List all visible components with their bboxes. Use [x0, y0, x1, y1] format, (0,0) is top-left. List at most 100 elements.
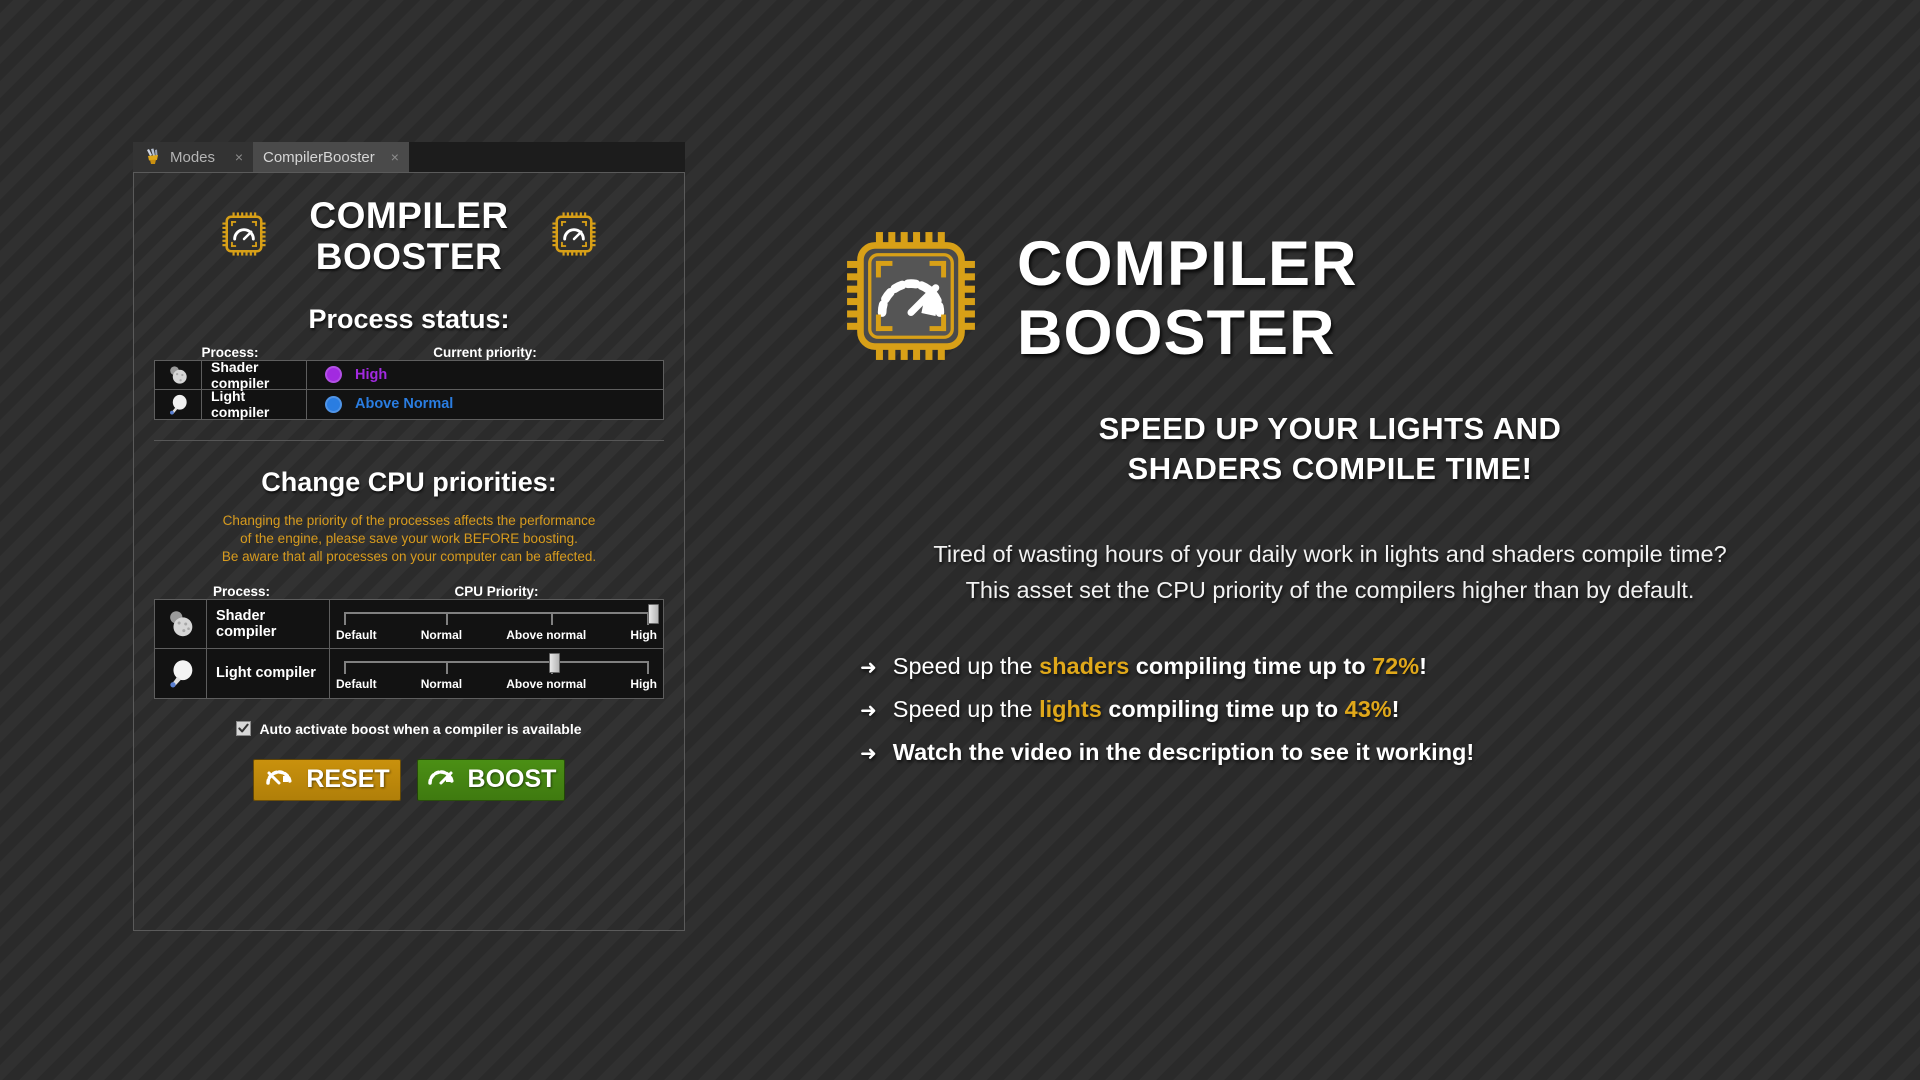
bullet-middle: compiling time up to [1129, 653, 1373, 680]
slider-thumb[interactable] [549, 653, 561, 674]
slider-label-default: Default [336, 627, 377, 642]
tab-modes-close-icon[interactable]: × [235, 150, 243, 164]
status-row-name: Light compiler [202, 388, 307, 420]
slider-tick [647, 661, 649, 675]
cpu-priority-table: Shader compiler Default Normal Above nor… [154, 598, 664, 699]
table-row: Light compiler Default Normal Above norm… [154, 648, 664, 699]
list-item: ➜ Speed up the lights compiling time up … [860, 696, 1840, 723]
bullet-text: Speed up the lights compiling time up to… [893, 696, 1400, 723]
panel-title: COMPILER BOOSTER [309, 195, 508, 278]
bullet-text: Speed up the shaders compiling time up t… [893, 653, 1427, 680]
process-status-table: Shader compiler High Light compiler Abov… [154, 359, 664, 420]
status-header-process: Process: [201, 344, 259, 360]
status-row-priority: High [307, 361, 663, 389]
promo-title-line1: COMPILER [1017, 229, 1358, 300]
bullet-prefix: Speed up the [892, 653, 1040, 680]
shader-spheres-icon [155, 599, 207, 648]
priority-row-name: Shader compiler [207, 599, 330, 648]
tab-compilerbooster[interactable]: CompilerBooster × [253, 142, 409, 172]
list-item: ➜ Speed up the shaders compiling time up… [860, 653, 1840, 680]
bullet-percent: 43% [1344, 696, 1392, 723]
promo-paragraph: Tired of wasting hours of your daily wor… [820, 536, 1840, 609]
promo-title-line2: BOOSTER [1017, 297, 1336, 368]
slider-tick-labels: Default Normal Above normal High [336, 628, 657, 642]
priority-header-cpu: CPU Priority: [454, 583, 539, 599]
slider-label-above-normal: Above normal [506, 627, 587, 642]
slider-label-high: High [630, 627, 657, 642]
priority-dot [325, 366, 342, 384]
cpu-chip-gauge-icon [221, 211, 267, 262]
promo-paragraph-line2: This asset set the CPU priority of the c… [965, 577, 1695, 604]
cpu-chip-gauge-icon [845, 230, 977, 367]
warning-text: Changing the priority of the processes a… [154, 512, 664, 566]
slider-thumb[interactable] [648, 603, 659, 624]
bullet-highlight: shaders [1039, 653, 1130, 680]
shader-priority-slider[interactable]: Default Normal Above normal High [330, 599, 663, 649]
arrow-icon: ➜ [860, 700, 877, 723]
auto-activate-row[interactable]: Auto activate boost when a compiler is a… [154, 721, 664, 737]
arrow-icon: ➜ [860, 743, 877, 766]
bullet-prefix: Speed up the [892, 696, 1040, 723]
slider-tick [344, 611, 346, 625]
slider-track [344, 611, 649, 614]
boost-button-label: BOOST [467, 765, 557, 794]
tab-modes[interactable]: Modes × [133, 142, 253, 172]
priority-label: Above Normal [355, 396, 454, 413]
reset-button-label: RESET [306, 765, 390, 794]
tab-bar: Modes × CompilerBooster × [133, 142, 685, 172]
status-row-name: Shader compiler [202, 359, 307, 391]
slider-label-high: High [630, 677, 657, 692]
shader-spheres-icon [155, 360, 202, 389]
modes-brush-icon [143, 147, 163, 167]
bullet-highlight: lights [1039, 696, 1102, 723]
tab-compilerbooster-close-icon[interactable]: × [391, 150, 399, 164]
promo-tagline-line2: SHADERS COMPILE TIME! [1127, 451, 1533, 487]
status-header-priority: Current priority: [433, 344, 537, 360]
panel-body: COMPILER BOOSTER Process status: Process… [133, 172, 685, 931]
promo-tagline-line1: SPEED UP YOUR LIGHTS AND [1098, 411, 1562, 446]
promo-header: COMPILER BOOSTER [820, 230, 1840, 367]
panel-header: COMPILER BOOSTER [154, 195, 664, 278]
gauge-reset-icon [264, 764, 294, 795]
bullet-middle: compiling time up to [1101, 696, 1345, 723]
promo-tagline: SPEED UP YOUR LIGHTS AND SHADERS COMPILE… [820, 409, 1840, 490]
section-divider [154, 439, 664, 441]
auto-activate-checkbox[interactable] [236, 721, 252, 737]
auto-activate-label: Auto activate boost when a compiler is a… [259, 720, 582, 737]
tab-modes-label: Modes [170, 148, 216, 166]
table-row: Shader compiler Default Normal Above nor… [154, 598, 664, 649]
list-item: ➜ Watch the video in the description to … [860, 739, 1840, 766]
status-column-headers: Process: Current priority: [154, 345, 664, 360]
panel-title-line1: COMPILER [309, 195, 509, 236]
light-bulb-icon [155, 389, 202, 419]
change-priorities-title: Change CPU priorities: [261, 466, 557, 497]
action-buttons: RESET BOOST [154, 758, 664, 801]
priority-header-process: Process: [212, 583, 271, 599]
slider-label-normal: Normal [420, 627, 463, 642]
gauge-boost-icon [426, 764, 456, 795]
table-row: Shader compiler High [154, 359, 664, 391]
slider-tick-labels: Default Normal Above normal High [336, 677, 657, 691]
priority-row-slider-cell: Default Normal Above normal High [330, 649, 663, 698]
boost-button[interactable]: BOOST [417, 758, 565, 801]
process-status-title: Process status: [308, 303, 510, 334]
light-bulb-icon [155, 648, 207, 698]
warning-line-1: Changing the priority of the processes a… [222, 512, 596, 528]
bullet-text: Watch the video in the description to se… [892, 739, 1475, 766]
priority-row-slider-cell: Default Normal Above normal High [330, 600, 663, 648]
warning-line-3: Be aware that all processes on your comp… [221, 548, 597, 564]
slider-label-default: Default [336, 677, 377, 692]
reset-button[interactable]: RESET [253, 758, 401, 801]
light-priority-slider[interactable]: Default Normal Above normal High [330, 648, 663, 698]
slider-tick [344, 661, 346, 675]
priority-label: High [355, 366, 388, 383]
slider-track [344, 661, 649, 664]
arrow-icon: ➜ [860, 657, 877, 680]
priority-dot [325, 395, 342, 413]
bullet-suffix: ! [1419, 653, 1427, 680]
priority-column-headers: Process: CPU Priority: [154, 584, 664, 599]
panel-title-line2: BOOSTER [315, 236, 503, 278]
promo-title: COMPILER BOOSTER [1017, 230, 1358, 366]
cpu-chip-gauge-icon [551, 211, 597, 262]
warning-line-2: of the engine, please save your work BEF… [240, 530, 578, 546]
